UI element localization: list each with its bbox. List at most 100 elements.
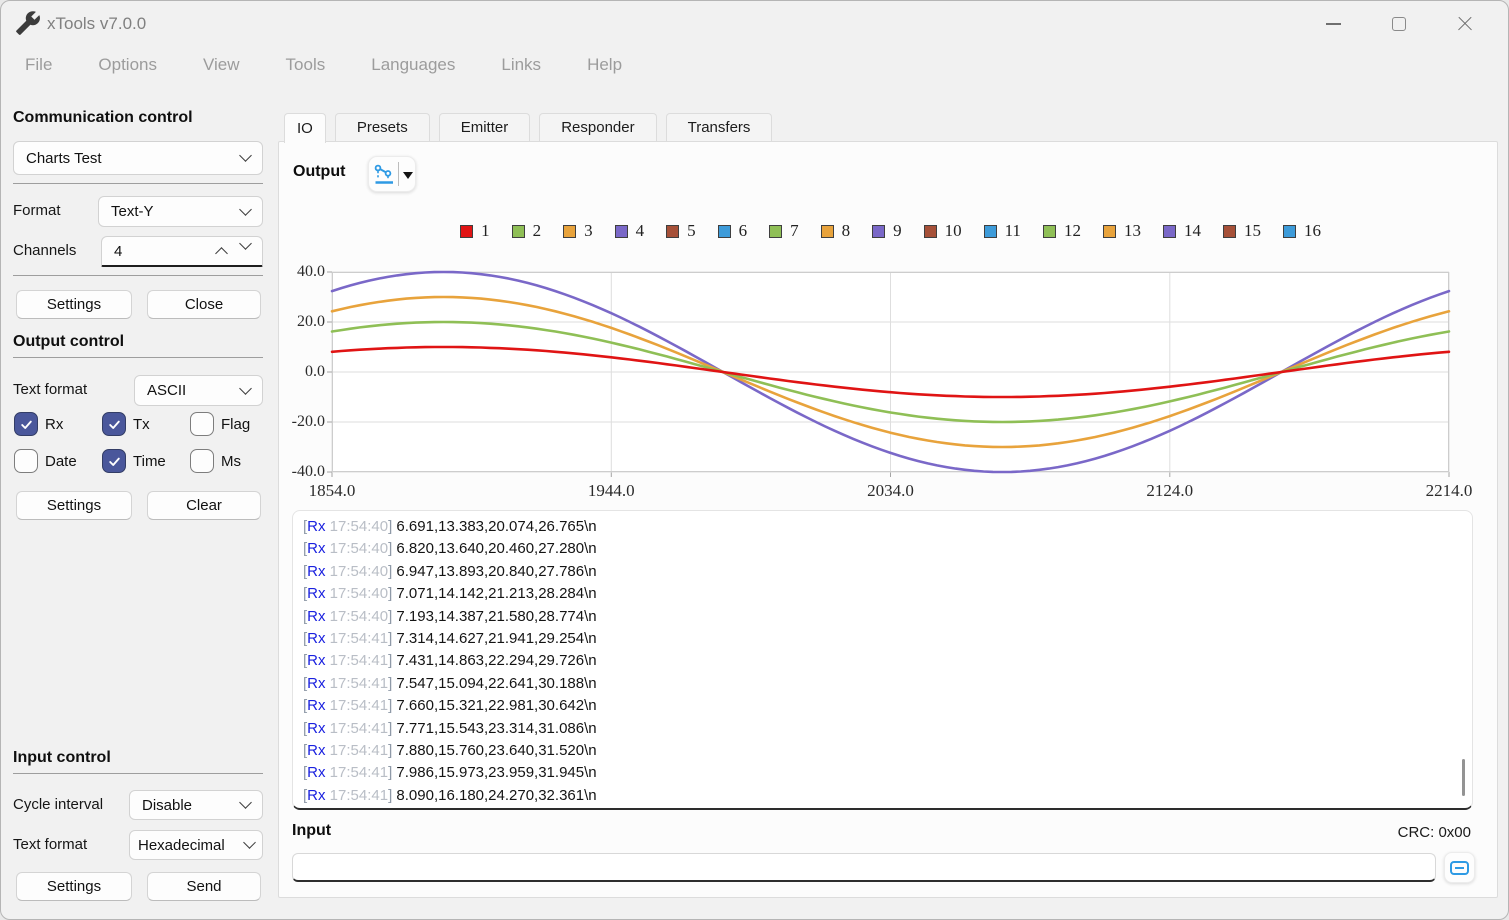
output-control-heading: Output control	[13, 333, 124, 351]
device-type-select[interactable]: Charts Test	[13, 141, 263, 175]
menu-options[interactable]: Options	[98, 55, 157, 75]
menu-view[interactable]: View	[203, 55, 240, 75]
cycle-interval-select[interactable]: Disable	[129, 790, 263, 820]
channels-stepper[interactable]: 4	[101, 236, 263, 267]
unchecked-box-icon	[190, 412, 214, 436]
y-axis-tick-label: 40.0	[297, 263, 325, 281]
checkbox-date[interactable]: Date	[14, 449, 102, 473]
output-settings-button[interactable]: Settings	[16, 491, 132, 520]
legend-item-16[interactable]: 16	[1283, 221, 1321, 241]
menu-links[interactable]: Links	[501, 55, 541, 75]
output-clear-button[interactable]: Clear	[147, 491, 261, 520]
legend-swatch-icon	[615, 225, 628, 238]
io-panel: Output 12345678910111213141516 40.020.00…	[278, 141, 1498, 898]
checkbox-rx[interactable]: Rx	[14, 412, 102, 436]
legend-item-11[interactable]: 11	[984, 221, 1021, 241]
format-select[interactable]: Text-Y	[98, 196, 263, 227]
legend-item-12[interactable]: 12	[1043, 221, 1081, 241]
log-line: [Rx 17:54:41] 7.986,15.973,23.959,31.945…	[303, 762, 1462, 784]
legend-swatch-icon	[512, 225, 525, 238]
chevron-down-icon	[239, 203, 252, 216]
legend-swatch-icon	[718, 225, 731, 238]
menu-file[interactable]: File	[25, 55, 52, 75]
input-settings-button[interactable]: Settings	[16, 872, 132, 901]
x-axis-tick-label: 2124.0	[1146, 481, 1193, 501]
input-send-button[interactable]: Send	[147, 872, 261, 901]
wrench-icon	[15, 10, 41, 36]
log-line: [Rx 17:54:41] 7.771,15.543,23.314,31.086…	[303, 718, 1462, 740]
log-line: [Rx 17:54:41] 7.660,15.321,22.981,30.642…	[303, 695, 1462, 717]
checked-box-icon	[102, 449, 126, 473]
send-input-field[interactable]	[292, 853, 1436, 882]
legend-item-7[interactable]: 7	[769, 221, 799, 241]
legend-swatch-icon	[1283, 225, 1296, 238]
tab-responder[interactable]: Responder	[539, 113, 656, 141]
log-scrollbar[interactable]	[1462, 759, 1465, 796]
x-axis-tick-label: 1854.0	[309, 481, 356, 501]
tab-transfers[interactable]: Transfers	[666, 113, 773, 141]
menu-help[interactable]: Help	[587, 55, 622, 75]
legend-swatch-icon	[460, 225, 473, 238]
close-button[interactable]	[1432, 1, 1498, 47]
maximize-icon	[1392, 17, 1406, 31]
x-axis-tick-label: 1944.0	[588, 481, 635, 501]
output-section-label: Output	[293, 163, 345, 181]
legend-swatch-icon	[769, 225, 782, 238]
checkbox-time[interactable]: Time	[102, 449, 190, 473]
legend-swatch-icon	[563, 225, 576, 238]
legend-item-5[interactable]: 5	[666, 221, 696, 241]
tab-presets[interactable]: Presets	[335, 113, 430, 141]
comm-close-button[interactable]: Close	[147, 290, 261, 319]
output-option-checkboxes: RxTxFlag DateTimeMs	[14, 412, 263, 473]
legend-item-3[interactable]: 3	[563, 221, 593, 241]
legend-item-1[interactable]: 1	[460, 221, 490, 241]
legend-item-13[interactable]: 13	[1103, 221, 1141, 241]
title-bar[interactable]: xTools v7.0.0	[1, 1, 1508, 47]
crc-label: CRC:	[1398, 824, 1435, 841]
tab-emitter[interactable]: Emitter	[439, 113, 531, 141]
legend-item-15[interactable]: 15	[1223, 221, 1261, 241]
spin-up-icon[interactable]	[215, 247, 228, 260]
legend-item-10[interactable]: 10	[924, 221, 962, 241]
y-axis-tick-label: -20.0	[292, 413, 325, 431]
legend-item-6[interactable]: 6	[718, 221, 748, 241]
comm-settings-button[interactable]: Settings	[16, 290, 132, 319]
minimize-button[interactable]	[1300, 1, 1366, 47]
checkbox-tx[interactable]: Tx	[102, 412, 190, 436]
log-line: [Rx 17:54:40] 6.691,13.383,20.074,26.765…	[303, 516, 1462, 538]
chart-legend: 12345678910111213141516	[332, 221, 1449, 241]
legend-item-4[interactable]: 4	[615, 221, 645, 241]
control-sidebar: Communication control Charts Test Format…	[13, 109, 263, 909]
tab-io[interactable]: IO	[284, 113, 326, 143]
text-box-icon	[1450, 861, 1469, 875]
y-axis-tick-label: 0.0	[305, 363, 325, 381]
output-log[interactable]: [Rx 17:54:40] 6.691,13.383,20.074,26.765…	[292, 510, 1473, 810]
output-view-mode-button[interactable]	[368, 156, 416, 192]
output-text-format-select[interactable]: ASCII	[134, 375, 263, 406]
checkbox-flag[interactable]: Flag	[190, 412, 263, 436]
checkbox-ms[interactable]: Ms	[190, 449, 263, 473]
minimize-icon	[1326, 23, 1341, 25]
dropdown-arrow-icon[interactable]	[403, 172, 413, 184]
crc-value: 0x00	[1438, 824, 1471, 841]
maximize-button[interactable]	[1366, 1, 1432, 47]
legend-item-8[interactable]: 8	[821, 221, 851, 241]
legend-item-2[interactable]: 2	[512, 221, 542, 241]
input-text-format-select[interactable]: Hexadecimal	[129, 830, 263, 860]
log-line: [Rx 17:54:40] 6.947,13.893,20.840,27.786…	[303, 561, 1462, 583]
spin-down-icon[interactable]	[239, 237, 252, 250]
menu-bar: File Options View Tools Languages Links …	[25, 55, 622, 75]
output-chart[interactable]: 40.020.00.0-20.0-40.01854.01944.02034.02…	[332, 272, 1449, 472]
menu-languages[interactable]: Languages	[371, 55, 455, 75]
line-chart-icon	[369, 162, 398, 186]
input-format-button[interactable]	[1444, 852, 1475, 883]
crc-status: CRC: 0x00	[1398, 824, 1471, 841]
checked-box-icon	[14, 412, 38, 436]
menu-tools[interactable]: Tools	[286, 55, 326, 75]
legend-swatch-icon	[1223, 225, 1236, 238]
x-axis-tick-label: 2034.0	[867, 481, 914, 501]
legend-item-9[interactable]: 9	[872, 221, 902, 241]
divider	[13, 773, 263, 774]
log-line: [Rx 17:54:41] 7.880,15.760,23.640,31.520…	[303, 740, 1462, 762]
legend-item-14[interactable]: 14	[1163, 221, 1201, 241]
